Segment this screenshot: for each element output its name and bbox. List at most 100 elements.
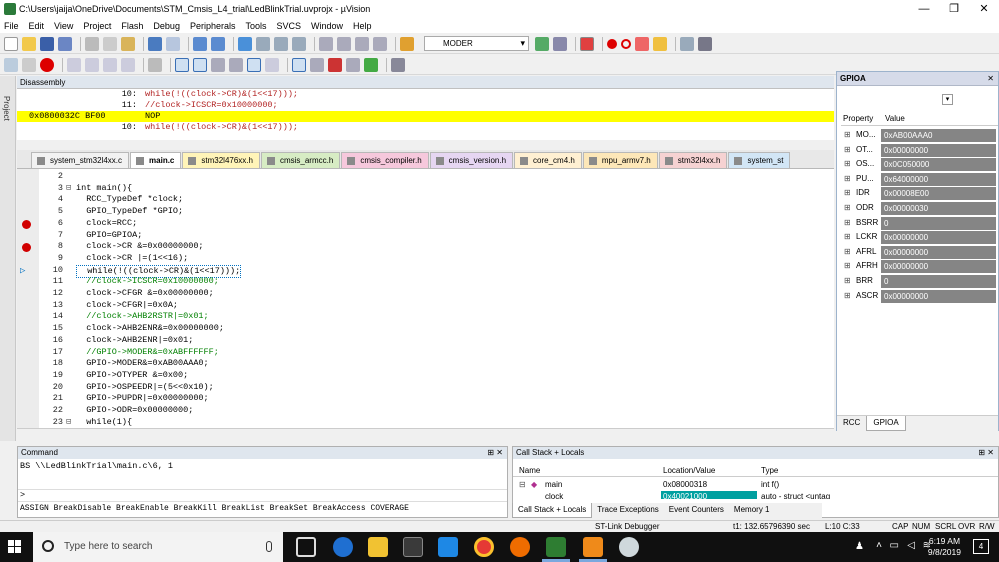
tab-call-stack-locals[interactable]: Call Stack + Locals: [512, 503, 593, 518]
register-value[interactable]: 0x00000000: [881, 289, 996, 303]
insert-breakpoint-icon[interactable]: [607, 38, 617, 49]
chevron-up-icon[interactable]: ˄: [876, 540, 882, 551]
prev-bookmark-icon[interactable]: [256, 36, 270, 51]
volume-icon[interactable]: ◁: [907, 540, 915, 551]
command-window-icon[interactable]: [175, 57, 189, 72]
cut-icon[interactable]: [85, 36, 99, 51]
app-icon[interactable]: [619, 537, 639, 557]
code-line[interactable]: 7 GPIO=GPIOA;: [17, 230, 834, 242]
code-line[interactable]: 5 GPIO_TypeDef *GPIO;: [17, 206, 834, 218]
register-row[interactable]: ⊞ PU... 0x64000000: [841, 172, 998, 187]
expand-icon[interactable]: ⊞: [844, 172, 851, 187]
kill-breakpoints-icon[interactable]: [653, 36, 667, 51]
disassembly-window-icon[interactable]: [193, 57, 207, 72]
redo-icon[interactable]: [166, 36, 180, 51]
stm32cube-icon[interactable]: [583, 537, 603, 557]
expand-icon[interactable]: ⊞: [844, 143, 851, 158]
taskbar-search[interactable]: Type here to search: [33, 532, 283, 562]
editor-tab[interactable]: main.c: [130, 152, 182, 168]
code-line[interactable]: 12 clock->CFGR &=0x00000000;: [17, 288, 834, 300]
save-all-icon[interactable]: [58, 36, 72, 51]
find-combo[interactable]: MODER: [424, 36, 529, 51]
code-line[interactable]: 22 GPIO->ODR=0x00000000;: [17, 405, 834, 417]
code-line[interactable]: 16 clock->AHB2ENR|=0x01;: [17, 335, 834, 347]
code-line[interactable]: 13 clock->CFGR|=0x0A;: [17, 300, 834, 312]
code-line[interactable]: 20 GPIO->OSPEEDR|=(5<<0x10);: [17, 382, 834, 394]
pin-icon[interactable]: ⊞ ✕: [487, 447, 503, 459]
register-row[interactable]: ⊞ IDR 0x00008E00: [841, 186, 998, 201]
expand-icon[interactable]: ⊞: [844, 186, 851, 201]
code-line[interactable]: 21 GPIO->PUPDR|=0x00000000;: [17, 393, 834, 405]
expand-icon[interactable]: ⊞: [844, 259, 851, 274]
close-button[interactable]: ✕: [969, 0, 999, 18]
register-value[interactable]: 0x00000000: [881, 143, 996, 157]
register-value[interactable]: 0x00000030: [881, 202, 996, 215]
register-value[interactable]: 0x00008E00: [881, 187, 996, 201]
run-to-cursor-icon[interactable]: [121, 57, 135, 72]
new-file-icon[interactable]: [4, 36, 18, 51]
command-input[interactable]: >: [18, 489, 507, 501]
symbols-window-icon[interactable]: [211, 57, 225, 72]
configure-icon[interactable]: [698, 36, 712, 51]
store-icon[interactable]: [403, 537, 423, 557]
uncomment-icon[interactable]: [373, 36, 387, 51]
register-value[interactable]: 0x00000000: [881, 245, 996, 259]
code-line[interactable]: 19 GPIO->OTYPER &=0x00;: [17, 370, 834, 382]
open-file-icon[interactable]: [22, 36, 36, 51]
editor-tab[interactable]: stm32l4xx.h: [658, 152, 728, 168]
project-tab[interactable]: Project: [2, 96, 11, 121]
code-line[interactable]: 6 clock=RCC;: [17, 218, 834, 230]
save-icon[interactable]: [40, 36, 54, 51]
expand-icon[interactable]: ⊞: [844, 230, 851, 245]
show-next-statement-icon[interactable]: [148, 57, 162, 72]
register-row[interactable]: ⊞ BSRR 0: [841, 216, 998, 231]
menu-flash[interactable]: Flash: [121, 21, 143, 31]
editor-tab[interactable]: core_cm4.h: [514, 152, 582, 168]
register-row[interactable]: ⊞ BRR 0: [841, 274, 998, 289]
toolbox-icon[interactable]: [391, 57, 405, 72]
register-value[interactable]: 0x00000000: [881, 260, 996, 274]
register-row[interactable]: ⊞ ODR 0x00000030: [841, 201, 998, 216]
register-row[interactable]: ⊞ OS... 0x0C050000: [841, 157, 998, 172]
tab-gpioa[interactable]: GPIOA: [866, 416, 906, 431]
indent-icon[interactable]: [319, 36, 333, 51]
editor-tab[interactable]: cmsis_compiler.h: [341, 152, 429, 168]
type-column-header[interactable]: Type: [761, 464, 778, 477]
clear-bookmarks-icon[interactable]: [292, 36, 306, 51]
people-icon[interactable]: ♟: [855, 541, 864, 552]
fold-marker[interactable]: ⊟: [66, 183, 76, 195]
expand-icon[interactable]: ⊞: [844, 245, 851, 260]
nav-forward-icon[interactable]: [211, 36, 225, 51]
notifications-icon[interactable]: 4: [973, 539, 989, 554]
code-line[interactable]: 14 //clock->AHB2RSTR|=0x01;: [17, 311, 834, 323]
register-value[interactable]: 0x00000000: [881, 231, 996, 245]
window-layout-icon[interactable]: [680, 36, 694, 51]
chrome-icon[interactable]: [474, 537, 494, 557]
unindent-icon[interactable]: [337, 36, 351, 51]
menu-peripherals[interactable]: Peripherals: [190, 21, 236, 31]
undo-icon[interactable]: [148, 36, 162, 51]
debug-session-icon[interactable]: [580, 36, 594, 51]
bookmark-icon[interactable]: [238, 36, 252, 51]
memory-window-icon[interactable]: [292, 57, 306, 72]
expand-icon[interactable]: ⊞: [844, 201, 851, 216]
register-value[interactable]: 0: [881, 216, 996, 230]
registers-window-icon[interactable]: [229, 57, 243, 72]
mail-icon[interactable]: [438, 537, 458, 557]
comment-icon[interactable]: [355, 36, 369, 51]
editor-tab[interactable]: system_st: [728, 152, 791, 168]
stop-icon[interactable]: [40, 57, 54, 72]
next-bookmark-icon[interactable]: [274, 36, 288, 51]
expand-icon[interactable]: ⊞: [844, 128, 851, 143]
find-in-files-icon[interactable]: [400, 36, 414, 51]
disassembly-window[interactable]: 10: while(!((clock->CR)&(1<<17))); 11://cl…: [17, 89, 834, 140]
editor-tab[interactable]: cmsis_version.h: [429, 152, 514, 168]
menu-edit[interactable]: Edit: [29, 21, 45, 31]
code-line[interactable]: 4 RCC_TypeDef *clock;: [17, 194, 834, 206]
expand-icon[interactable]: ⊞: [844, 274, 851, 289]
maximize-button[interactable]: ❐: [939, 0, 969, 18]
expand-icon[interactable]: ⊞: [844, 289, 851, 304]
editor-tab[interactable]: stm32l476xx.h: [182, 152, 260, 168]
reset-icon[interactable]: [4, 57, 18, 72]
menu-tools[interactable]: Tools: [245, 21, 266, 31]
